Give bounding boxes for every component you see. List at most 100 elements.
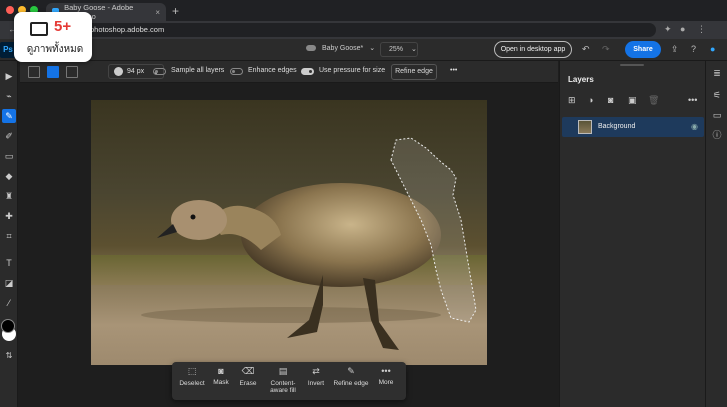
view-all-images-badge[interactable]: 5+ ดูภาพทั้งหมด — [14, 12, 92, 62]
lasso-tool[interactable]: ⌁ — [2, 89, 16, 103]
document-name: Baby Goose* — [322, 44, 364, 52]
taskbar-invert-button[interactable]: ⇄ Invert — [304, 366, 328, 387]
taskbar-refine-edge-button[interactable]: ✎ Refine edge — [332, 366, 370, 387]
layer-row[interactable]: Background ◉ — [562, 117, 704, 137]
layers-panel-icon[interactable]: ≣ — [711, 67, 723, 79]
browser-tab-bar: Baby Goose - Adobe Photosho × + — [0, 0, 727, 21]
layers-title: Layers — [568, 75, 594, 84]
contextual-taskbar: ⬚ Deselect ◙ Mask ⌫ Erase ▤ Content- aware fill… — [172, 362, 406, 400]
taskbar-label: Erase — [239, 380, 257, 387]
profile-avatar-icon[interactable]: ● — [680, 24, 685, 34]
adjustments-panel-icon[interactable]: ⚟ — [711, 89, 723, 101]
mask-icon: ◙ — [218, 366, 224, 376]
new-tab-button[interactable]: + — [172, 4, 179, 18]
sample-all-layers-label: Sample all layers — [171, 67, 225, 74]
tab-close-icon[interactable]: × — [155, 8, 160, 17]
brush-tool[interactable]: ✐ — [2, 129, 16, 143]
add-to-selection-icon[interactable] — [47, 66, 59, 78]
url-field[interactable]: photoshop.adobe.com — [60, 23, 656, 37]
shape-tool[interactable]: ◪ — [2, 276, 16, 290]
content-aware-fill-icon: ▤ — [278, 366, 288, 376]
taskbar-label: Invert — [307, 380, 325, 387]
add-layer-icon[interactable]: ⊞ — [568, 95, 576, 106]
clone-stamp-tool[interactable]: ♜ — [2, 189, 16, 203]
quick-selection-tool[interactable]: ✎ — [2, 109, 16, 123]
taskbar-more-button[interactable]: ••• More — [372, 366, 400, 386]
image-count: 5+ — [54, 18, 72, 35]
undo-icon[interactable]: ↶ — [582, 44, 590, 55]
taskbar-mask-button[interactable]: ◙ Mask — [208, 366, 234, 386]
new-selection-icon[interactable] — [28, 66, 40, 78]
panel-drag-handle[interactable] — [620, 64, 644, 66]
refine-edge-icon: ✎ — [347, 366, 355, 376]
erase-icon: ⌫ — [241, 366, 255, 376]
layer-thumbnail — [578, 120, 592, 134]
zoom-select[interactable]: 25% ⌄ — [380, 42, 418, 57]
delete-layer-icon[interactable]: 🗑 — [648, 95, 659, 106]
add-mask-icon[interactable]: ◙ — [608, 95, 613, 105]
fill-tool[interactable]: ◆ — [2, 169, 16, 183]
subtract-selection-icon[interactable] — [66, 66, 78, 78]
cloud-icon — [306, 45, 316, 51]
zoom-value: 25% — [389, 46, 404, 53]
share-button[interactable]: Share — [625, 41, 661, 58]
close-window-button[interactable] — [6, 6, 14, 14]
redo-icon[interactable]: ↷ — [602, 44, 610, 55]
enhance-edges-label: Enhance edges — [248, 67, 297, 74]
enhance-edges-toggle[interactable] — [230, 68, 243, 75]
open-in-desktop-app-button[interactable]: Open in desktop app — [494, 41, 572, 58]
move-tool[interactable]: ▶ — [2, 69, 16, 83]
crop-tool[interactable]: ⌗ — [2, 229, 16, 243]
chevron-down-icon: ⌄ — [369, 45, 376, 52]
comments-panel-icon[interactable]: ▭ — [711, 109, 723, 121]
mask-options-icon[interactable]: ▣ — [628, 95, 637, 106]
eraser-tool[interactable]: ▭ — [2, 149, 16, 163]
browser-address-bar: ← photoshop.adobe.com ✦ ● ⋮ — [0, 21, 727, 39]
taskbar-label: Content- aware fill — [270, 380, 296, 394]
more-icon: ••• — [381, 366, 391, 376]
taskbar-content-aware-fill-button[interactable]: ▤ Content- aware fill — [264, 366, 302, 394]
browser-menu-icon[interactable]: ⋮ — [697, 24, 706, 35]
visibility-eye-icon[interactable]: ◉ — [691, 122, 698, 131]
refine-edge-button[interactable]: Refine edge — [391, 64, 437, 80]
use-pressure-label: Use pressure for size — [319, 67, 386, 74]
right-icon-strip: ≣ ⚟ ▭ ⓘ — [705, 61, 727, 407]
brush-preview-icon — [114, 67, 123, 76]
taskbar-erase-button[interactable]: ⌫ Erase — [236, 366, 260, 387]
chevron-down-icon: ⌄ — [410, 46, 417, 53]
document-title[interactable]: Baby Goose* ⌄ — [306, 44, 375, 52]
extensions-icon[interactable]: ✦ — [664, 24, 672, 35]
taskbar-label: Deselect — [179, 380, 205, 387]
help-icon[interactable]: ? — [691, 44, 696, 54]
view-all-label: ดูภาพทั้งหมด — [26, 44, 84, 55]
deselect-icon: ⬚ — [187, 366, 197, 376]
eyedropper-tool[interactable]: ⁄ — [2, 296, 16, 310]
adjustment-layer-icon[interactable]: ◑ — [588, 95, 593, 105]
taskbar-label: Refine edge — [333, 380, 369, 387]
layers-more-icon[interactable]: ••• — [688, 95, 697, 105]
info-panel-icon[interactable]: ⓘ — [711, 129, 723, 141]
healing-tool[interactable]: ✚ — [2, 209, 16, 223]
taskbar-label: More — [378, 379, 394, 386]
tool-options-bar: 94 px ⌄ Sample all layers Enhance edges … — [20, 61, 558, 83]
layers-panel: Layers ⊞ ◑ ◙ ▣ 🗑 ••• Background ◉ — [559, 61, 705, 407]
taskbar-deselect-button[interactable]: ⬚ Deselect — [176, 366, 208, 387]
document-image[interactable] — [91, 100, 487, 365]
layer-name: Background — [598, 123, 636, 130]
image-icon — [30, 22, 48, 36]
brush-size-value: 94 px — [127, 68, 145, 75]
baby-goose-image — [91, 137, 487, 350]
type-tool[interactable]: T — [2, 256, 16, 270]
taskbar-label: Mask — [213, 379, 229, 386]
user-avatar-icon[interactable]: ● — [710, 44, 715, 54]
foreground-color-swatch[interactable] — [1, 319, 15, 333]
export-icon[interactable]: ⇪ — [671, 44, 679, 55]
url-text: photoshop.adobe.com — [90, 25, 165, 34]
sample-all-layers-toggle[interactable] — [153, 68, 166, 75]
app-header: Ps Baby Goose* ⌄ 25% ⌄ Open in desktop a… — [0, 39, 727, 61]
tools-panel: ⇅ ▶ ⌁ ✎ ✐ ▭ ◆ ♜ ✚ ⌗ T ◪ ⁄ — [0, 61, 18, 407]
use-pressure-toggle[interactable] — [301, 68, 314, 75]
invert-icon: ⇄ — [312, 366, 320, 376]
options-more-icon[interactable]: ••• — [450, 67, 457, 74]
swap-colors-icon[interactable]: ⇅ — [2, 349, 16, 363]
